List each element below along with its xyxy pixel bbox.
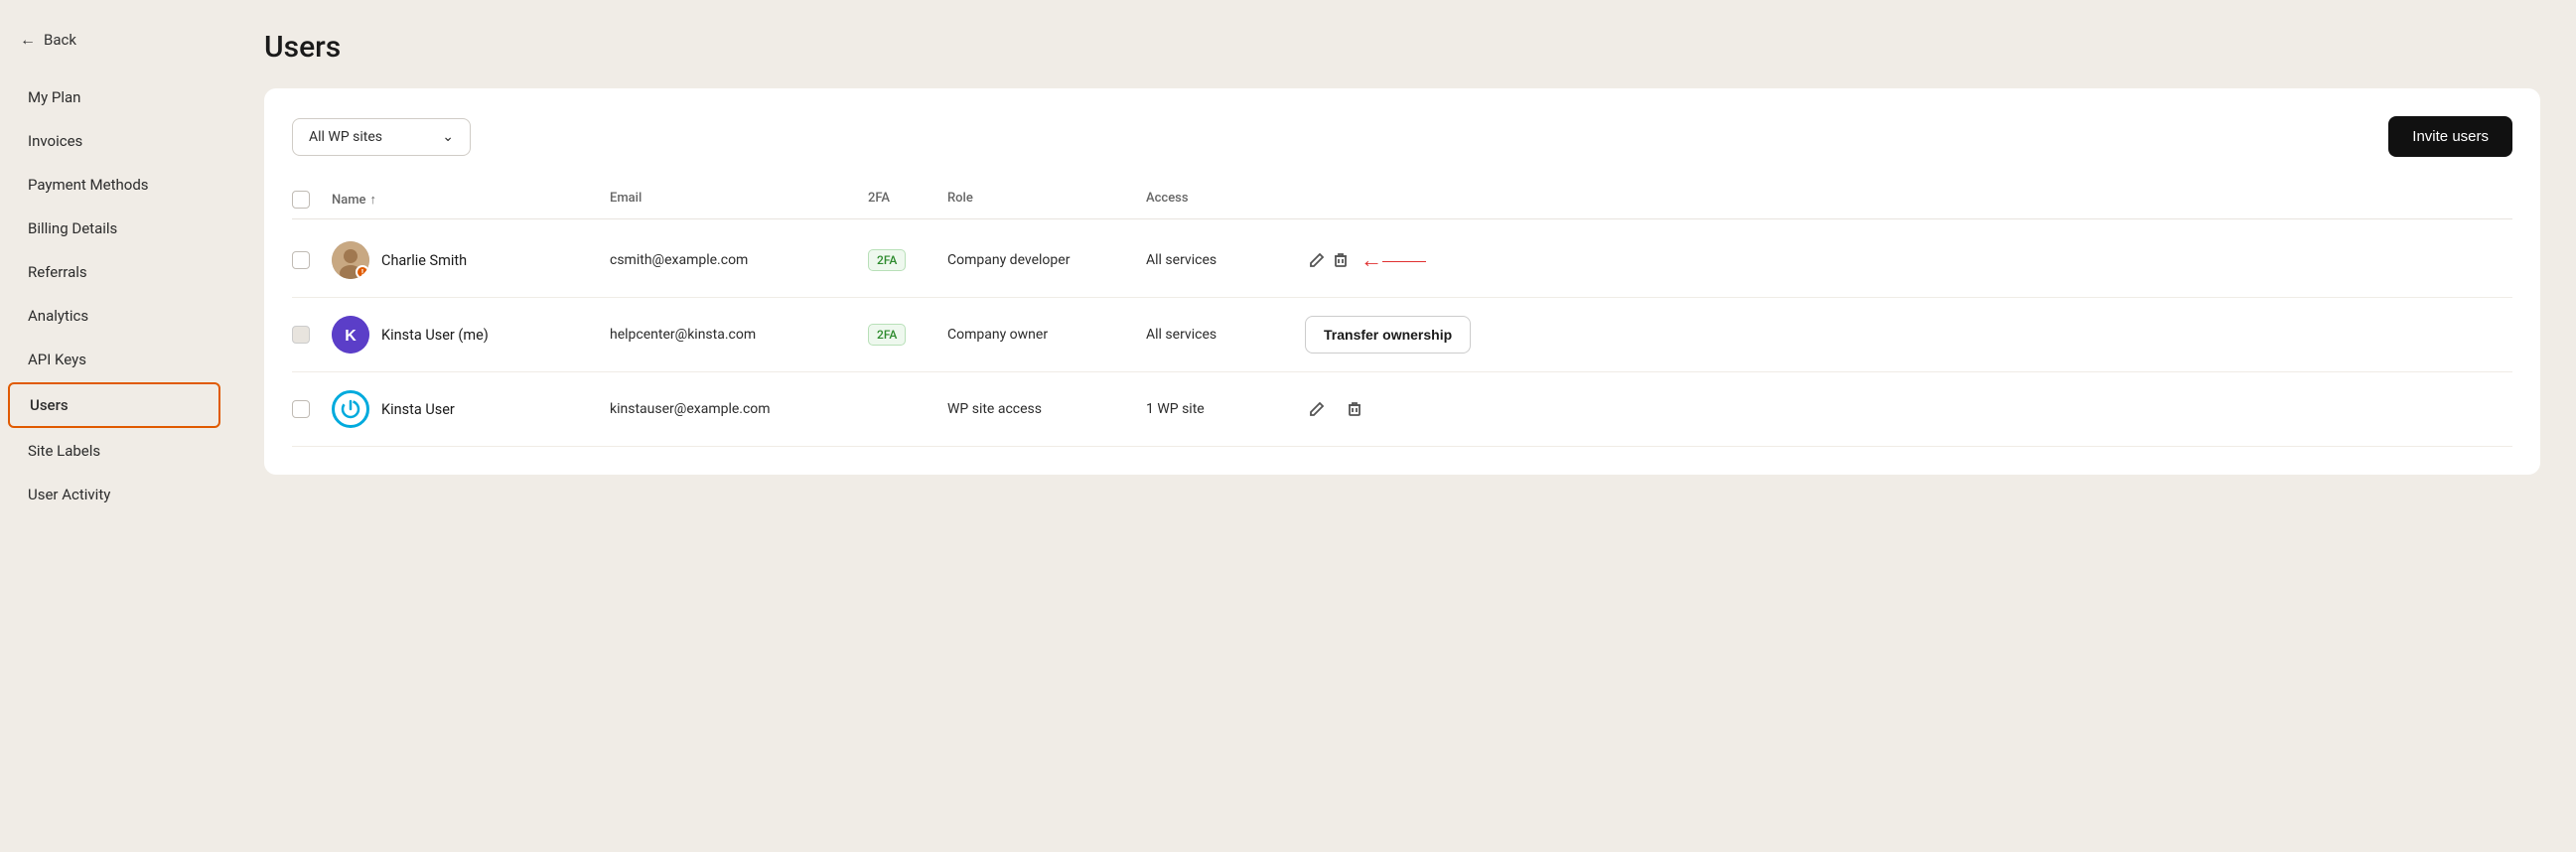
row-checkbox-kinsta-user [292,400,332,418]
table-row: ! Charlie Smith csmith@example.com 2FA C… [292,223,2512,298]
charlie-checkbox[interactable] [292,251,310,269]
sidebar-item-payment-methods[interactable]: Payment Methods [8,164,220,206]
charlie-email: csmith@example.com [610,252,868,268]
row-checkbox-charlie [292,251,332,269]
table-row: Kinsta User kinstauser@example.com WP si… [292,372,2512,447]
kinsta-user-delete-button[interactable] [1343,397,1366,421]
sidebar-item-user-activity[interactable]: User Activity [8,474,220,515]
sidebar-item-analytics[interactable]: Analytics [8,295,220,337]
kinsta-me-access: All services [1146,327,1305,343]
sidebar-item-api-keys[interactable]: API Keys [8,339,220,380]
sites-dropdown[interactable]: All WP sites ⌄ [292,118,471,156]
edit-icon [1309,252,1325,268]
sidebar-item-users[interactable]: Users [8,382,220,428]
select-all-checkbox[interactable] [292,191,310,209]
sidebar-item-my-plan[interactable]: My Plan [8,76,220,118]
back-button[interactable]: ← Back [0,20,228,60]
kinsta-user-avatar [332,390,369,428]
sort-icon[interactable]: ↑ [370,192,377,208]
header-access: Access [1146,191,1305,209]
page-title: Users [264,30,2540,65]
charlie-role: Company developer [947,252,1146,268]
kinsta-me-checkbox[interactable] [292,326,310,344]
back-arrow-icon: ← [20,30,36,50]
toolbar: All WP sites ⌄ Invite users [292,116,2512,157]
dropdown-label: All WP sites [309,129,382,145]
kinsta-user-checkbox[interactable] [292,400,310,418]
table-header: Name ↑ Email 2FA Role Access [292,181,2512,219]
back-label: Back [44,31,76,49]
kinsta-user-role: WP site access [947,401,1146,417]
sidebar-item-invoices[interactable]: Invoices [8,120,220,162]
header-twofa: 2FA [868,191,947,209]
edit-icon [1309,401,1325,417]
chevron-down-icon: ⌄ [442,129,454,145]
header-name: Name ↑ [332,191,610,209]
sidebar-item-billing-details[interactable]: Billing Details [8,208,220,249]
kinsta-user-access: 1 WP site [1146,401,1305,417]
delete-icon [1333,252,1349,268]
header-checkbox-col [292,191,332,209]
kinsta-user-name: Kinsta User [381,401,455,418]
table-row: K Kinsta User (me) helpcenter@kinsta.com… [292,298,2512,372]
kinsta-me-avatar-svg: K [332,316,369,354]
header-actions [1305,191,2512,209]
kinsta-user-email: kinstauser@example.com [610,401,868,417]
charlie-twofa: 2FA [868,249,947,271]
kinsta-me-actions: Transfer ownership [1305,316,2512,354]
charlie-delete-button[interactable] [1329,248,1353,272]
row-checkbox-kinsta-me [292,326,332,344]
power-icon [340,398,361,420]
charlie-edit-button[interactable] [1305,248,1329,272]
kinsta-me-twofa: 2FA [868,324,947,346]
sidebar-item-referrals[interactable]: Referrals [8,251,220,293]
charlie-badge: ! [356,265,369,279]
charlie-actions: ←⎯⎯⎯⎯ [1305,247,2512,273]
header-role: Role [947,191,1146,209]
sidebar: ← Back My Plan Invoices Payment Methods … [0,0,228,852]
kinsta-me-avatar: K [332,316,369,354]
invite-users-button[interactable]: Invite users [2388,116,2512,157]
sidebar-item-site-labels[interactable]: Site Labels [8,430,220,472]
charlie-access: All services [1146,252,1305,268]
svg-text:K: K [345,328,357,345]
kinsta-me-role: Company owner [947,327,1146,343]
kinsta-me-name: Kinsta User (me) [381,327,489,344]
kinsta-me-user-cell: K Kinsta User (me) [332,316,610,354]
charlie-name: Charlie Smith [381,252,467,269]
main-content: Users All WP sites ⌄ Invite users Name ↑… [228,0,2576,852]
kinsta-user-edit-button[interactable] [1305,397,1329,421]
kinsta-me-email: helpcenter@kinsta.com [610,327,868,343]
delete-icon [1347,401,1362,417]
kinsta-user-actions [1305,397,2512,421]
transfer-ownership-button[interactable]: Transfer ownership [1305,316,1471,354]
header-email: Email [610,191,868,209]
annotation-arrow: ←⎯⎯⎯⎯ [1360,247,1426,273]
kinsta-user-cell: Kinsta User [332,390,610,428]
content-card: All WP sites ⌄ Invite users Name ↑ Email… [264,88,2540,475]
charlie-user-cell: ! Charlie Smith [332,241,610,279]
charlie-avatar: ! [332,241,369,279]
